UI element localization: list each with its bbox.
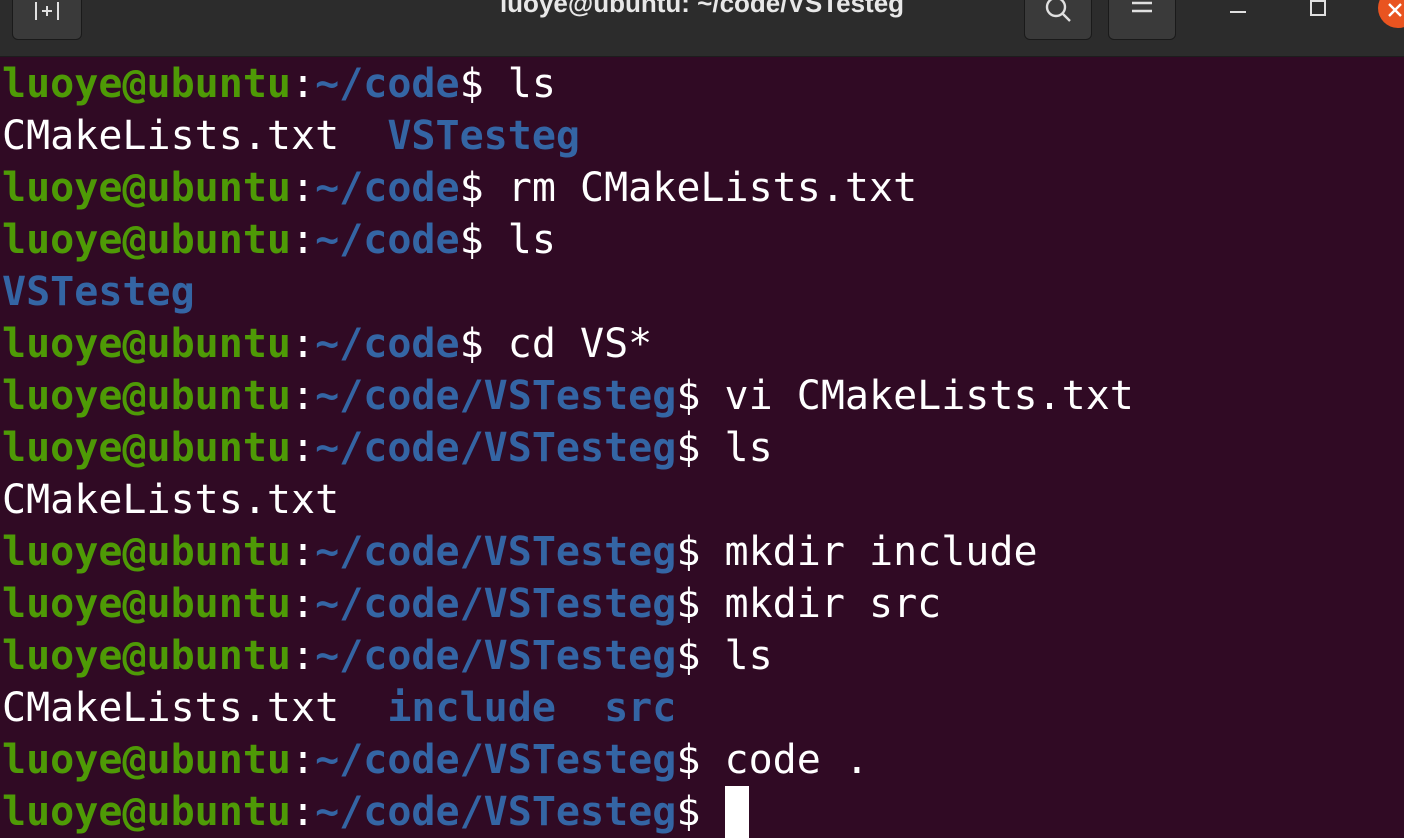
prompt-colon: : (290, 581, 316, 627)
search-button[interactable] (1024, 0, 1092, 40)
terminal-window: luoye@ubuntu: ~/code/VSTesteg luoye@ubun… (0, 0, 1404, 838)
command-text: code . (700, 737, 869, 783)
prompt-line: luoye@ubuntu:~/code/VSTesteg$ ls (2, 630, 1402, 682)
prompt-colon: : (290, 789, 316, 835)
directory-entry: VSTesteg (387, 113, 580, 159)
command-text: ls (483, 61, 556, 107)
hamburger-menu-icon (1129, 0, 1155, 28)
prompt-colon: : (290, 529, 316, 575)
file-entry: CMakeLists.txt (2, 477, 340, 523)
prompt-dollar: $ (459, 217, 484, 263)
output-line: CMakeLists.txt (2, 474, 1402, 526)
command-text: vi CMakeLists.txt (700, 373, 1134, 419)
prompt-path: ~/code (315, 321, 460, 367)
prompt-path: ~/code/VSTesteg (315, 529, 677, 575)
minimize-button[interactable] (1218, 0, 1258, 24)
prompt-dollar: $ (676, 529, 701, 575)
new-tab-button[interactable] (12, 0, 82, 40)
prompt-user-host: luoye@ubuntu (2, 373, 291, 419)
prompt-path: ~/code (315, 165, 460, 211)
prompt-user-host: luoye@ubuntu (2, 737, 291, 783)
prompt-colon: : (290, 425, 316, 471)
prompt-line: luoye@ubuntu:~/code/VSTesteg$ mkdir incl… (2, 526, 1402, 578)
prompt-user-host: luoye@ubuntu (2, 217, 291, 263)
prompt-dollar: $ (676, 633, 701, 679)
terminal-output[interactable]: luoye@ubuntu:~/code$ ls CMakeLists.txt VS… (2, 58, 1402, 838)
minimize-icon (1228, 0, 1248, 25)
prompt-line: luoye@ubuntu:~/code/VSTesteg$ (2, 786, 1402, 838)
file-entry (339, 685, 387, 731)
prompt-path: ~/code/VSTesteg (315, 373, 677, 419)
prompt-line: luoye@ubuntu:~/code$ rm CMakeLists.txt (2, 162, 1402, 214)
prompt-line: luoye@ubuntu:~/code/VSTesteg$ mkdir src (2, 578, 1402, 630)
prompt-colon: : (290, 217, 316, 263)
prompt-user-host: luoye@ubuntu (2, 633, 291, 679)
prompt-colon: : (290, 373, 316, 419)
command-text: rm CMakeLists.txt (483, 165, 918, 211)
prompt-user-host: luoye@ubuntu (2, 529, 291, 575)
prompt-path: ~/code/VSTesteg (315, 581, 677, 627)
close-icon (1388, 0, 1404, 25)
prompt-dollar: $ (676, 581, 701, 627)
prompt-line: luoye@ubuntu:~/code/VSTesteg$ ls (2, 422, 1402, 474)
prompt-dollar: $ (459, 165, 484, 211)
prompt-line: luoye@ubuntu:~/code$ ls (2, 214, 1402, 266)
command-text: ls (483, 217, 556, 263)
maximize-icon (1308, 0, 1328, 25)
prompt-colon: : (290, 61, 316, 107)
prompt-path: ~/code/VSTesteg (315, 425, 677, 471)
text-cursor[interactable] (724, 786, 749, 838)
window-title: luoye@ubuntu: ~/code/VSTesteg (499, 0, 905, 18)
prompt-path: ~/code/VSTesteg (315, 789, 677, 835)
output-line: CMakeLists.txt include src (2, 682, 1402, 734)
command-text: mkdir include (700, 529, 1038, 575)
prompt-user-host: luoye@ubuntu (2, 165, 291, 211)
prompt-path: ~/code (315, 61, 460, 107)
command-text: mkdir src (700, 581, 942, 627)
prompt-user-host: luoye@ubuntu (2, 425, 291, 471)
output-line: VSTesteg (2, 266, 1402, 318)
prompt-user-host: luoye@ubuntu (2, 321, 291, 367)
close-button[interactable] (1378, 0, 1404, 28)
file-entry: CMakeLists.txt (2, 685, 340, 731)
prompt-line: luoye@ubuntu:~/code$ cd VS* (2, 318, 1402, 370)
command-text: ls (700, 425, 773, 471)
command-text: cd VS* (483, 321, 653, 367)
prompt-dollar: $ (459, 61, 484, 107)
prompt-colon: : (290, 633, 316, 679)
directory-entry: VSTesteg (2, 269, 195, 315)
title-bar[interactable]: luoye@ubuntu: ~/code/VSTesteg (0, 0, 1404, 57)
prompt-dollar: $ (676, 425, 701, 471)
prompt-line: luoye@ubuntu:~/code/VSTesteg$ vi CMakeLi… (2, 370, 1402, 422)
prompt-colon: : (290, 165, 316, 211)
search-icon (1043, 0, 1073, 28)
prompt-user-host: luoye@ubuntu (2, 61, 291, 107)
prompt-line: luoye@ubuntu:~/code$ ls (2, 58, 1402, 110)
file-entry (339, 113, 387, 159)
command-text: ls (700, 633, 773, 679)
directory-entry: src (604, 685, 677, 731)
prompt-path: ~/code/VSTesteg (315, 737, 677, 783)
menu-button[interactable] (1108, 0, 1176, 40)
command-text (700, 789, 724, 835)
prompt-path: ~/code/VSTesteg (315, 633, 677, 679)
prompt-dollar: $ (676, 373, 701, 419)
prompt-dollar: $ (459, 321, 484, 367)
prompt-colon: : (290, 737, 316, 783)
output-line: CMakeLists.txt VSTesteg (2, 110, 1402, 162)
maximize-button[interactable] (1298, 0, 1338, 24)
new-tab-icon (32, 0, 62, 27)
directory-entry: include (387, 685, 556, 731)
prompt-user-host: luoye@ubuntu (2, 789, 291, 835)
prompt-dollar: $ (676, 789, 701, 835)
prompt-colon: : (290, 321, 316, 367)
prompt-line: luoye@ubuntu:~/code/VSTesteg$ code . (2, 734, 1402, 786)
prompt-dollar: $ (676, 737, 701, 783)
file-entry: CMakeLists.txt (2, 113, 340, 159)
prompt-user-host: luoye@ubuntu (2, 581, 291, 627)
prompt-path: ~/code (315, 217, 460, 263)
file-entry (556, 685, 604, 731)
